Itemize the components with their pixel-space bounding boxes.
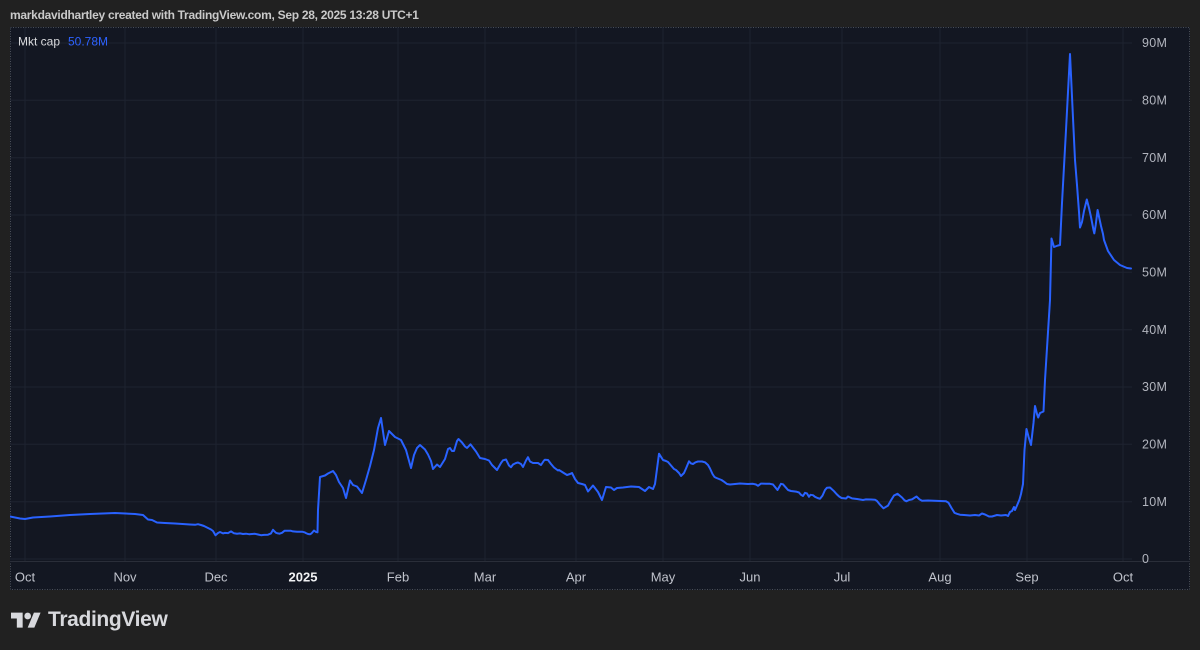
svg-text:Jun: Jun	[740, 570, 761, 585]
svg-text:Oct: Oct	[1113, 570, 1134, 585]
svg-text:Mar: Mar	[474, 570, 497, 585]
svg-text:60M: 60M	[1142, 208, 1167, 222]
svg-text:80M: 80M	[1142, 94, 1167, 108]
svg-text:Sep: Sep	[1015, 570, 1038, 585]
svg-text:30M: 30M	[1142, 380, 1167, 394]
svg-text:May: May	[651, 570, 676, 585]
svg-text:20M: 20M	[1142, 438, 1167, 452]
svg-text:Oct: Oct	[15, 570, 36, 585]
svg-text:0: 0	[1142, 552, 1149, 566]
svg-text:70M: 70M	[1142, 151, 1167, 165]
svg-text:50.78M: 50.78M	[68, 35, 108, 49]
svg-text:Mkt cap: Mkt cap	[18, 35, 60, 49]
svg-text:Dec: Dec	[204, 570, 228, 585]
svg-text:40M: 40M	[1142, 323, 1167, 337]
svg-text:Feb: Feb	[387, 570, 409, 585]
svg-text:90M: 90M	[1142, 36, 1167, 50]
svg-text:10M: 10M	[1142, 495, 1167, 509]
svg-text:Aug: Aug	[928, 570, 951, 585]
svg-text:Nov: Nov	[113, 570, 137, 585]
svg-text:Jul: Jul	[834, 570, 851, 585]
svg-text:2025: 2025	[289, 570, 318, 585]
svg-text:Apr: Apr	[566, 570, 587, 585]
svg-text:50M: 50M	[1142, 266, 1167, 280]
